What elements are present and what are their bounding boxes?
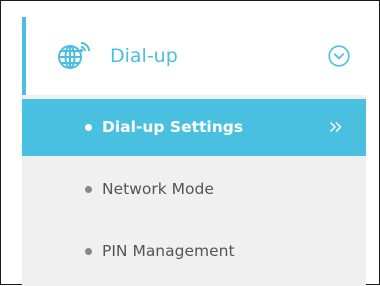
submenu-item-pin-management[interactable]: PIN Management — [22, 223, 366, 280]
active-accent-bar — [22, 17, 26, 95]
submenu-item-label: Dial-up Settings — [102, 118, 244, 136]
menu-group-dial-up[interactable]: Dial-up — [22, 17, 366, 95]
submenu-item-label: PIN Management — [102, 242, 235, 260]
sidebar-menu: Dial-up Dial-up Settings Network Mode PI… — [22, 17, 366, 286]
double-chevron-right-icon — [330, 122, 342, 132]
submenu-item-network-mode[interactable]: Network Mode — [22, 161, 366, 218]
globe-signal-icon — [58, 42, 90, 69]
submenu-item-label: Network Mode — [102, 180, 214, 198]
bullet-icon — [85, 186, 92, 193]
bullet-icon — [85, 248, 92, 255]
submenu-item-dial-up-settings[interactable]: Dial-up Settings — [22, 99, 366, 156]
window-frame: Dial-up Dial-up Settings Network Mode PI… — [0, 0, 380, 286]
menu-group-label: Dial-up — [110, 45, 178, 67]
bullet-icon — [85, 124, 92, 131]
chevron-down-circle-icon[interactable] — [328, 45, 350, 67]
